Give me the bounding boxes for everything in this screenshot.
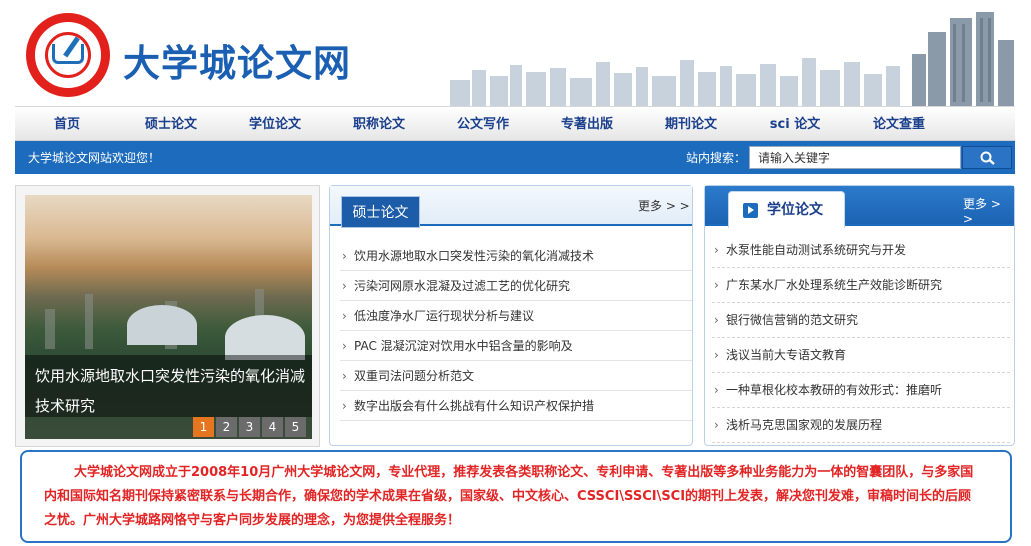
nav-item-official-writing[interactable]: 公文写作 [431,107,535,140]
nav-item-home[interactable]: 首页 [15,107,119,140]
article-list: 水泵性能自动测试系统研究与开发 广东某水厂水处理系统生产效能诊断研究 银行微信营… [712,233,1010,443]
list-item[interactable]: 双重司法问题分析范文 [340,361,692,391]
play-arrow-icon [743,203,758,218]
slide-page-2[interactable]: 2 [216,417,237,437]
intro-box: 大学城论文网成立于2008年10月广州大学城论文网，专业代理，推荐发表各类职称论… [20,450,1012,543]
search-input[interactable] [749,146,961,169]
list-item[interactable]: 饮用水源地取水口突发性污染的氧化消减技术 [340,241,692,271]
slide-page-3[interactable]: 3 [239,417,260,437]
search-icon [980,151,995,165]
nav-item-monograph[interactable]: 专著出版 [535,107,639,140]
tab-masters-thesis[interactable]: 硕士论文 [341,196,420,228]
site-title[interactable]: 大学城论文网 [123,33,351,87]
list-item[interactable]: 广东某水厂水处理系统生产效能诊断研究 [712,268,1010,303]
search-button[interactable] [962,146,1012,169]
intro-text: 大学城论文网成立于2008年10月广州大学城论文网，专业代理，推荐发表各类职称论… [44,465,974,528]
book-pen-logo-icon[interactable] [26,13,110,97]
city-skyline-image [450,12,1014,106]
more-link[interactable]: 更多 > > [963,195,1014,226]
list-item[interactable]: 数字出版会有什么挑战有什么知识产权保护措 [340,391,692,421]
tab-degree-thesis[interactable]: 学位论文 [728,191,845,228]
list-item[interactable]: 一种草根化校本教研的有效形式：推磨听 [712,373,1010,408]
tab-label: 学位论文 [767,202,823,218]
nav-item-plagiarism-check[interactable]: 论文查重 [847,107,951,140]
slide-page-4[interactable]: 4 [262,417,283,437]
list-item[interactable]: 污染河网原水混凝及过滤工艺的优化研究 [340,271,692,301]
nav-item-sci[interactable]: sci 论文 [743,107,847,140]
more-link[interactable]: 更多 > > [638,197,690,214]
list-item[interactable]: 浅析马克思国家观的发展历程 [712,408,1010,443]
nav-item-masters-thesis[interactable]: 硕士论文 [119,107,223,140]
welcome-search-bar: 大学城论文网站欢迎您！ 站内搜索： [15,141,1015,174]
panel-header: 学位论文 更多 > > [705,186,1014,228]
site-header: 大学城论文网 [0,0,1031,106]
slide-page-5[interactable]: 5 [285,417,306,437]
article-list: 饮用水源地取水口突发性污染的氧化消减技术 污染河网原水混凝及过滤工艺的优化研究 … [340,241,692,421]
nav-item-professional-title[interactable]: 职称论文 [327,107,431,140]
image-slider: 饮用水源地取水口突发性污染的氧化消减技术研究 1 2 3 4 5 [15,185,320,447]
list-item[interactable]: PAC 混凝沉淀对饮用水中铝含量的影响及 [340,331,692,361]
slide-caption[interactable]: 饮用水源地取水口突发性污染的氧化消减技术研究 [35,361,310,421]
list-item[interactable]: 低浊度净水厂运行现状分析与建议 [340,301,692,331]
degree-thesis-panel: 学位论文 更多 > > 水泵性能自动测试系统研究与开发 广东某水厂水处理系统生产… [704,185,1015,446]
list-item[interactable]: 银行微信营销的范文研究 [712,303,1010,338]
panel-header: 硕士论文 更多 > > [330,186,692,228]
slide-page-1[interactable]: 1 [193,417,214,437]
search-label: 站内搜索： [686,151,747,165]
list-item[interactable]: 浅议当前大专语文教育 [712,338,1010,373]
nav-item-journal[interactable]: 期刊论文 [639,107,743,140]
welcome-text: 大学城论文网站欢迎您！ [28,151,161,165]
main-nav: 首页 硕士论文 学位论文 职称论文 公文写作 专著出版 期刊论文 sci 论文 … [15,106,1015,141]
slide-image[interactable]: 饮用水源地取水口突发性污染的氧化消减技术研究 1 2 3 4 5 [25,195,312,439]
list-item[interactable]: 水泵性能自动测试系统研究与开发 [712,233,1010,268]
nav-item-degree-thesis[interactable]: 学位论文 [223,107,327,140]
slide-pagination: 1 2 3 4 5 [193,417,306,437]
masters-thesis-panel: 硕士论文 更多 > > 饮用水源地取水口突发性污染的氧化消减技术 污染河网原水混… [329,185,693,446]
